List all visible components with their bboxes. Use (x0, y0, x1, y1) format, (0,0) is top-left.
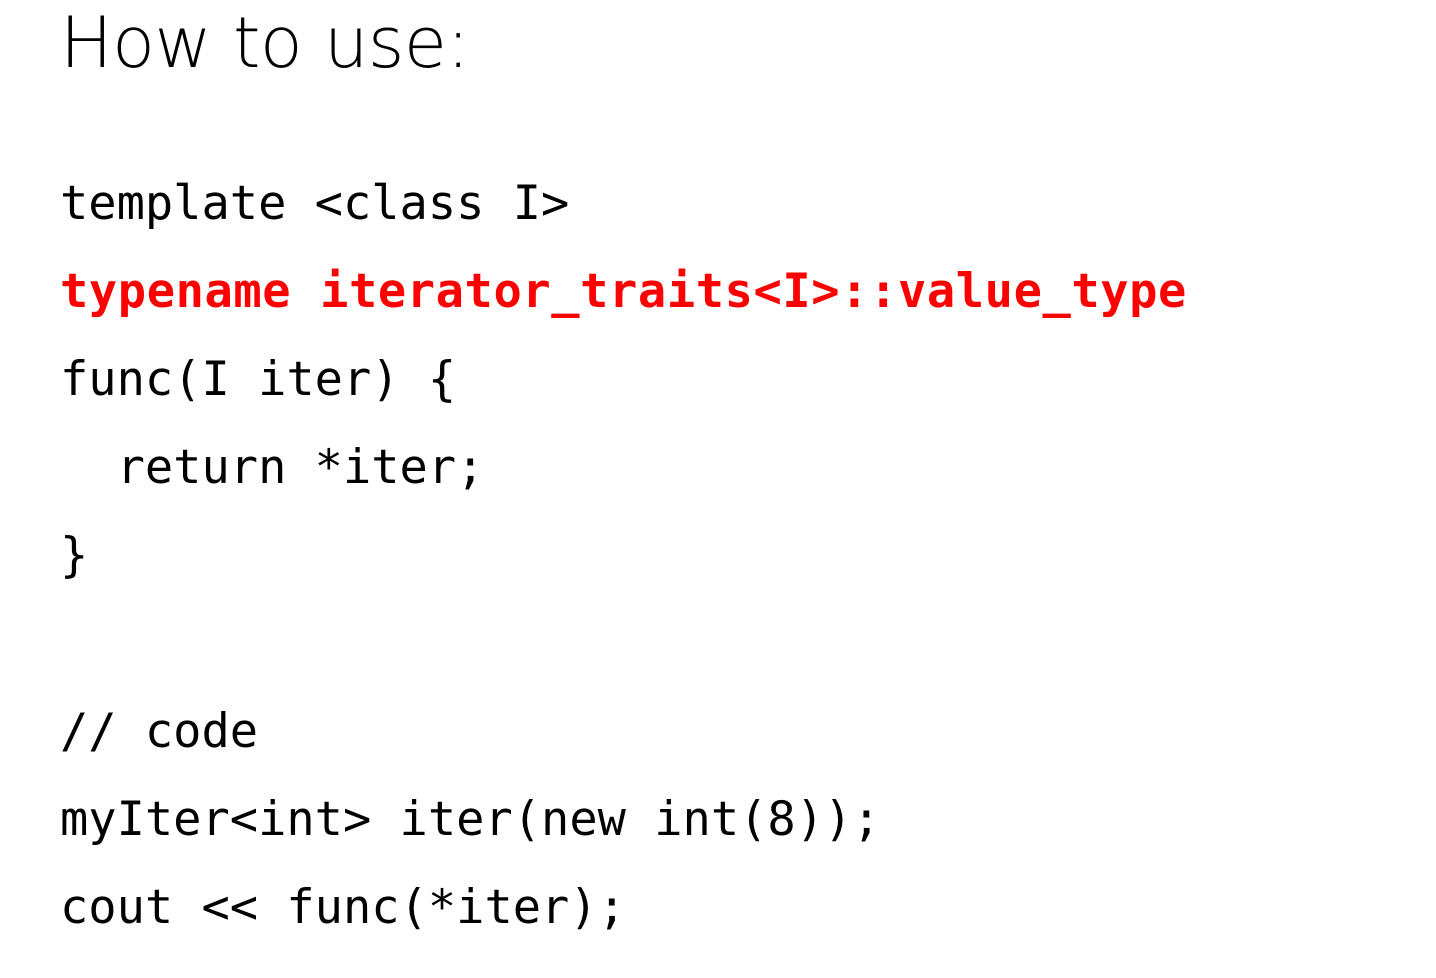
code-line: } (60, 528, 89, 583)
code-line: // code (60, 704, 259, 759)
code-line: func(I iter) { (60, 352, 457, 407)
code-line: return *iter; (60, 440, 485, 495)
code-line: cout << func(*iter); (60, 880, 626, 935)
slide-canvas: How to use: template <class I> typename … (0, 0, 1436, 978)
code-block: template <class I> typename iterator_tra… (60, 160, 1400, 952)
page-title: How to use: (60, 2, 470, 84)
code-line: myIter<int> iter(new int(8)); (60, 792, 881, 847)
code-line: template <class I> (60, 176, 570, 231)
code-line-highlighted: typename iterator_traits<I>::value_type (60, 264, 1187, 319)
